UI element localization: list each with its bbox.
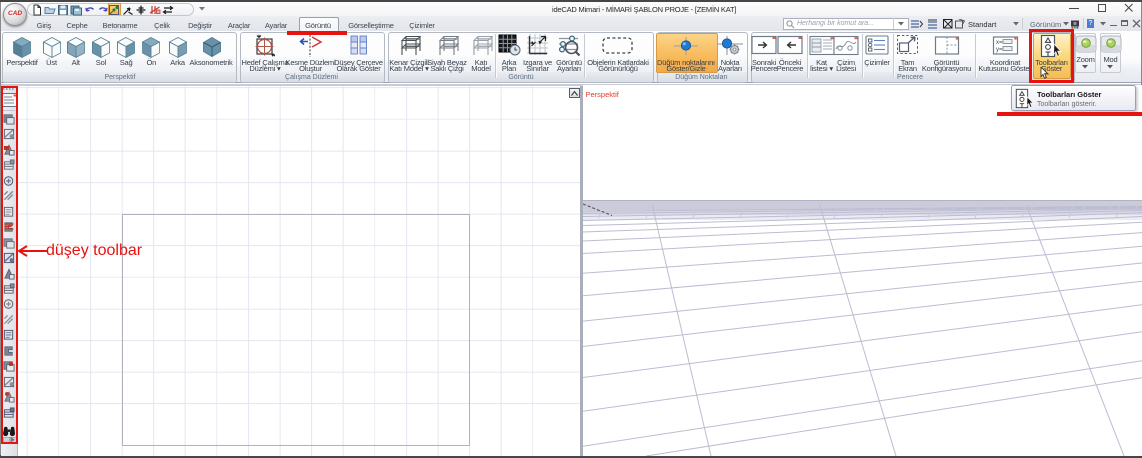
svg-text:x=: x= — [996, 40, 1003, 46]
svg-text:y=: y= — [996, 47, 1003, 53]
